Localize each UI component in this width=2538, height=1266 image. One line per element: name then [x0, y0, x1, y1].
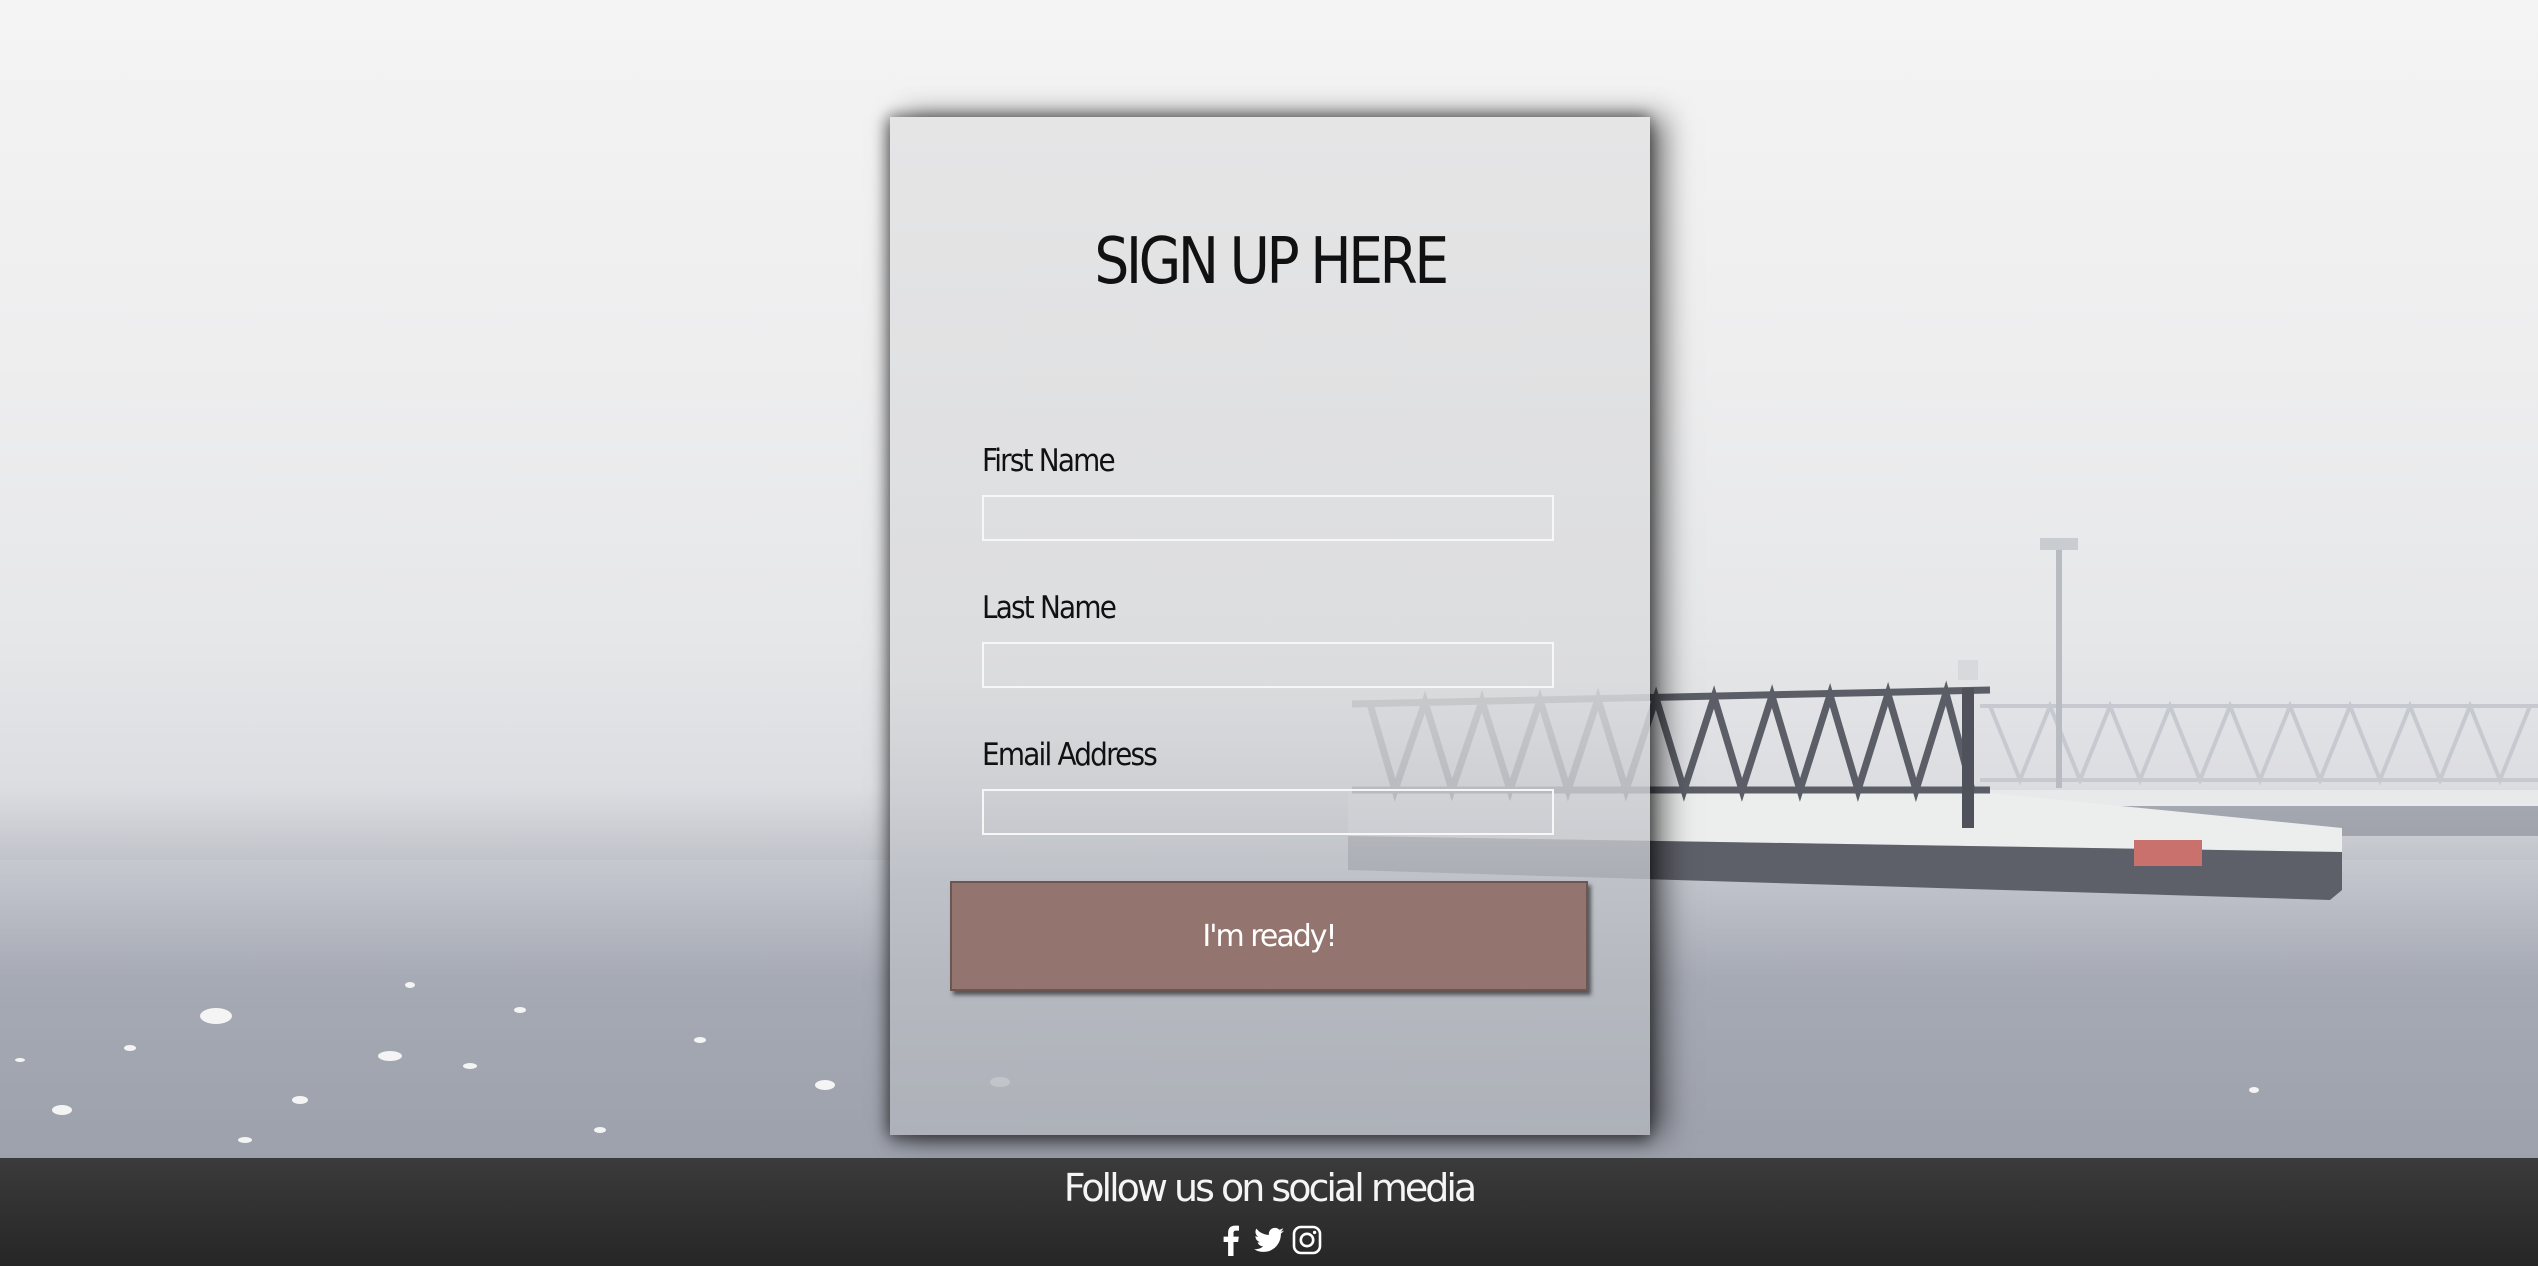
- email-input[interactable]: [982, 789, 1554, 835]
- signup-card: SIGN UP HERE First Name Last Name Email …: [890, 117, 1650, 1135]
- footer-title: Follow us on social media: [1063, 1166, 1477, 1210]
- submit-button[interactable]: I'm ready!: [950, 881, 1588, 991]
- first-name-label: First Name: [982, 443, 1116, 479]
- footer: Follow us on social media: [0, 1158, 2538, 1266]
- facebook-icon[interactable]: [1215, 1224, 1247, 1256]
- twitter-icon[interactable]: [1253, 1224, 1285, 1256]
- social-links: [0, 1224, 2538, 1256]
- email-label: Email Address: [982, 737, 1158, 773]
- instagram-icon[interactable]: [1291, 1224, 1323, 1256]
- page-title: SIGN UP HERE: [1094, 225, 1449, 299]
- last-name-label: Last Name: [982, 590, 1117, 626]
- last-name-input[interactable]: [982, 642, 1554, 688]
- page: SIGN UP HERE First Name Last Name Email …: [0, 0, 2538, 1266]
- first-name-input[interactable]: [982, 495, 1554, 541]
